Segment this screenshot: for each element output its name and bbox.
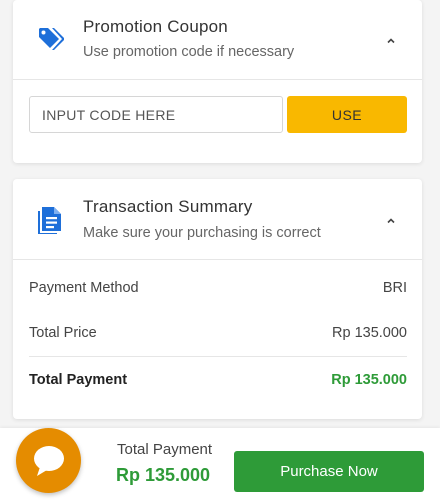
summary-divider	[29, 356, 407, 357]
payment-method-label: Payment Method	[29, 280, 139, 296]
tag-icon	[37, 26, 65, 57]
purchase-now-button[interactable]: Purchase Now	[234, 451, 424, 492]
chevron-up-icon[interactable]	[384, 213, 398, 224]
summary-subtitle: Make sure your purchasing is correct	[83, 225, 321, 241]
total-payment-label: Total Payment	[29, 372, 128, 388]
total-price-label: Total Price	[29, 325, 97, 341]
chat-button[interactable]	[16, 428, 81, 493]
summary-header[interactable]: Transaction Summary Make sure your purch…	[13, 179, 422, 260]
total-price-value: Rp 135.000	[332, 325, 407, 341]
promotion-coupon-card: Promotion Coupon Use promotion code if n…	[13, 0, 422, 163]
footer-total-label: Total Payment	[117, 441, 213, 458]
payment-method-value: BRI	[382, 280, 407, 296]
document-icon	[37, 204, 65, 239]
promo-code-input[interactable]	[29, 96, 283, 133]
coupon-header[interactable]: Promotion Coupon Use promotion code if n…	[13, 0, 422, 80]
chevron-up-icon[interactable]	[384, 33, 398, 44]
checkout-bar: Total Payment Rp 135.000 Purchase Now	[0, 428, 440, 503]
use-button[interactable]: USE	[287, 96, 407, 133]
summary-title: Transaction Summary	[83, 197, 253, 216]
coupon-title: Promotion Coupon	[83, 17, 228, 36]
coupon-subtitle: Use promotion code if necessary	[83, 44, 295, 60]
transaction-summary-card: Transaction Summary Make sure your purch…	[13, 179, 422, 419]
total-payment-value: Rp 135.000	[331, 372, 407, 388]
footer-total-value: Rp 135.000	[116, 465, 211, 485]
chat-bubble-icon	[34, 446, 64, 476]
